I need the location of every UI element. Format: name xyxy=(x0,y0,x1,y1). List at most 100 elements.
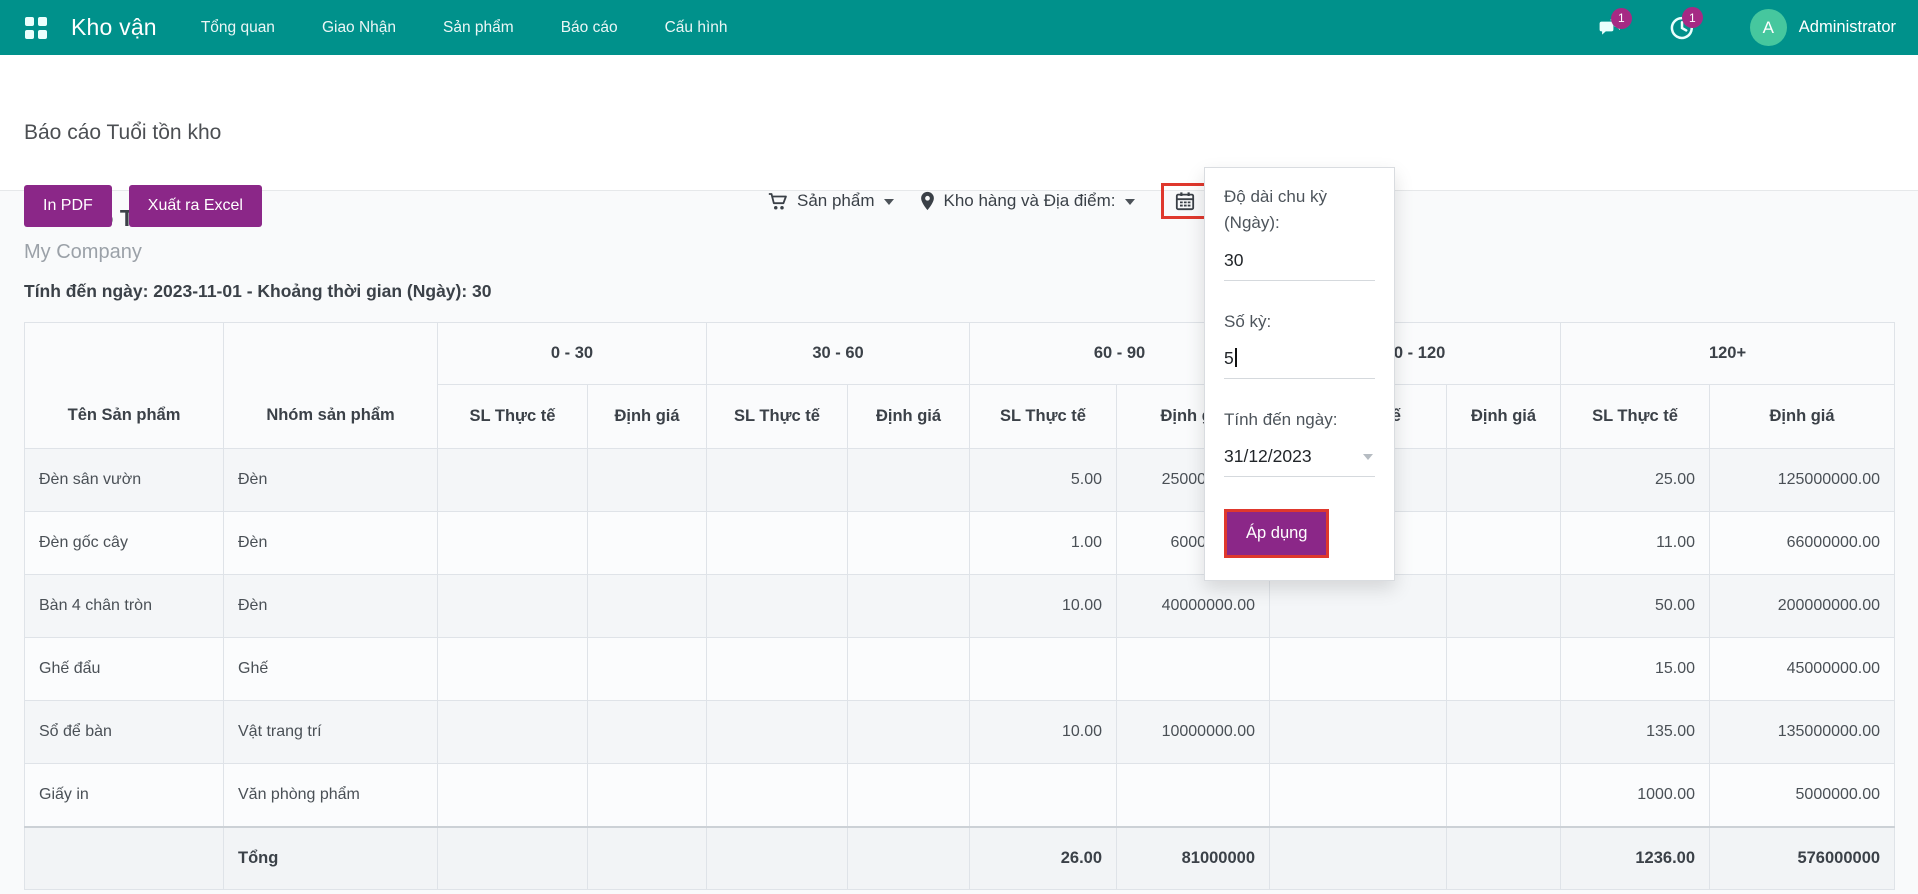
chevron-down-icon xyxy=(884,199,894,205)
cell-value xyxy=(848,701,970,764)
period-count-input[interactable]: 5 xyxy=(1224,344,1375,379)
cell-category: Ghế xyxy=(224,638,438,701)
cell-product-name: Bàn 4 chân tròn xyxy=(25,575,224,638)
cell-value: 81000000 xyxy=(1117,827,1270,890)
table-row: Giấy inVăn phòng phẩm1000.005000000.00 xyxy=(25,764,1895,827)
period-length-input[interactable]: 30 xyxy=(1224,246,1375,281)
cell-value: 10.00 xyxy=(970,701,1117,764)
cell-value xyxy=(707,449,848,512)
breadcrumb-title: Báo cáo Tuổi tồn kho xyxy=(24,121,221,145)
messages-badge: 1 xyxy=(1611,8,1632,29)
cell-category: Đèn xyxy=(224,449,438,512)
user-name: Administrator xyxy=(1799,18,1896,37)
cell-value xyxy=(1447,764,1561,827)
messages-button[interactable]: 1 xyxy=(1598,16,1625,40)
cell-product-name: Giấy in xyxy=(25,764,224,827)
subcol-qty: SL Thực tế xyxy=(707,385,848,449)
app-brand[interactable]: Kho vận xyxy=(71,14,157,41)
cell-value xyxy=(1447,575,1561,638)
table-row: Ghế đẩuGhế 15.0045000000.00 xyxy=(25,638,1895,701)
cell-value: 40000000.00 xyxy=(1117,575,1270,638)
cell-product-name: Đèn sân vườn xyxy=(25,449,224,512)
text-cursor xyxy=(1235,348,1237,367)
cell-value xyxy=(588,701,707,764)
cell-value xyxy=(588,575,707,638)
as-of-date-select[interactable]: 31/12/2023 xyxy=(1224,442,1375,477)
cell-category: Vật trang trí xyxy=(224,701,438,764)
user-menu[interactable]: A Administrator xyxy=(1750,9,1902,46)
cell-value xyxy=(588,764,707,827)
report-subtitle: Tính đến ngày: 2023-11-01 - Khoảng thời … xyxy=(24,281,1894,302)
cell-value xyxy=(1447,827,1561,890)
cell-value: 45000000.00 xyxy=(1710,638,1895,701)
cell-value xyxy=(1117,764,1270,827)
cell-value xyxy=(1447,701,1561,764)
nav-item-bao-cao[interactable]: Báo cáo xyxy=(561,19,618,37)
cell-value: 1236.00 xyxy=(1561,827,1710,890)
as-of-date-label: Tính đến ngày: xyxy=(1224,407,1375,433)
period-count-label: Số kỳ: xyxy=(1224,309,1375,335)
cell-value: 135000000.00 xyxy=(1710,701,1895,764)
cell-value xyxy=(1270,827,1447,890)
cell-value xyxy=(970,764,1117,827)
report-area: Báo cáo Tuổi tồn kho My Company Tính đến… xyxy=(0,191,1918,894)
cell-value: 10000000.00 xyxy=(1117,701,1270,764)
cell-value xyxy=(438,512,588,575)
cell-product-name: Đèn gốc cây xyxy=(25,512,224,575)
cell-product-name: Ghế đẩu xyxy=(25,638,224,701)
apply-highlight-box: Áp dụng xyxy=(1224,509,1329,558)
cell-value xyxy=(970,638,1117,701)
cell-value: 5.00 xyxy=(970,449,1117,512)
cell-category: Đèn xyxy=(224,575,438,638)
cell-value xyxy=(1117,638,1270,701)
nav-item-giao-nhan[interactable]: Giao Nhận xyxy=(322,19,396,37)
nav-item-san-pham[interactable]: Sản phẩm xyxy=(443,19,514,37)
cell-value xyxy=(848,512,970,575)
subcol-valuation: Định giá xyxy=(848,385,970,449)
cell-category: Văn phòng phẩm xyxy=(224,764,438,827)
cell-value: 26.00 xyxy=(970,827,1117,890)
filter-product[interactable]: Sản phẩm xyxy=(768,191,894,211)
cell-value xyxy=(707,827,848,890)
cell-value: 11.00 xyxy=(1561,512,1710,575)
filter-product-label: Sản phẩm xyxy=(797,191,875,211)
cell-value xyxy=(438,701,588,764)
map-pin-icon xyxy=(920,191,935,211)
subcol-qty: SL Thực tế xyxy=(438,385,588,449)
company-name: My Company xyxy=(24,241,1894,264)
cell-value xyxy=(438,638,588,701)
print-pdf-button[interactable]: In PDF xyxy=(24,185,112,227)
cell-value: 135.00 xyxy=(1561,701,1710,764)
col-group-120plus: 120+ xyxy=(1561,323,1895,385)
col-group-0-30: 0 - 30 xyxy=(438,323,707,385)
cell-value: 15.00 xyxy=(1561,638,1710,701)
period-dropdown: Độ dài chu kỳ (Ngày): 30 Số kỳ: 5 Tính đ… xyxy=(1204,167,1395,581)
cell-value xyxy=(707,638,848,701)
table-row: Đèn gốc câyĐèn1.006000000.0011.006600000… xyxy=(25,512,1895,575)
cell-value xyxy=(707,701,848,764)
cell-value xyxy=(588,638,707,701)
apps-grid-icon[interactable] xyxy=(25,17,47,39)
control-panel: Báo cáo Tuổi tồn kho In PDF Xuất ra Exce… xyxy=(0,55,1918,191)
nav-item-cau-hinh[interactable]: Cấu hình xyxy=(665,19,728,37)
export-excel-button[interactable]: Xuất ra Excel xyxy=(129,185,262,227)
table-row: Đèn sân vườnĐèn5.0025000000.0025.0012500… xyxy=(25,449,1895,512)
table-row: Bàn 4 chân trònĐèn10.0040000000.0050.002… xyxy=(25,575,1895,638)
table-body: Đèn sân vườnĐèn5.0025000000.0025.0012500… xyxy=(25,449,1895,890)
subcol-valuation: Định giá xyxy=(1447,385,1561,449)
filter-warehouse-label: Kho hàng và Địa điểm: xyxy=(944,191,1116,211)
apply-button[interactable]: Áp dụng xyxy=(1227,512,1326,555)
cell-value: 576000000 xyxy=(1710,827,1895,890)
cell-value: 25.00 xyxy=(1561,449,1710,512)
cell-value: 200000000.00 xyxy=(1710,575,1895,638)
nav-item-tong-quan[interactable]: Tổng quan xyxy=(201,19,275,37)
cell-value xyxy=(707,764,848,827)
filter-warehouse-location[interactable]: Kho hàng và Địa điểm: xyxy=(920,191,1135,211)
cell-value xyxy=(588,449,707,512)
cell-value xyxy=(1270,575,1447,638)
cell-value xyxy=(848,575,970,638)
activities-button[interactable]: 1 xyxy=(1669,15,1694,40)
cell-value: 5000000.00 xyxy=(1710,764,1895,827)
cell-value xyxy=(438,764,588,827)
cell-category: Đèn xyxy=(224,512,438,575)
